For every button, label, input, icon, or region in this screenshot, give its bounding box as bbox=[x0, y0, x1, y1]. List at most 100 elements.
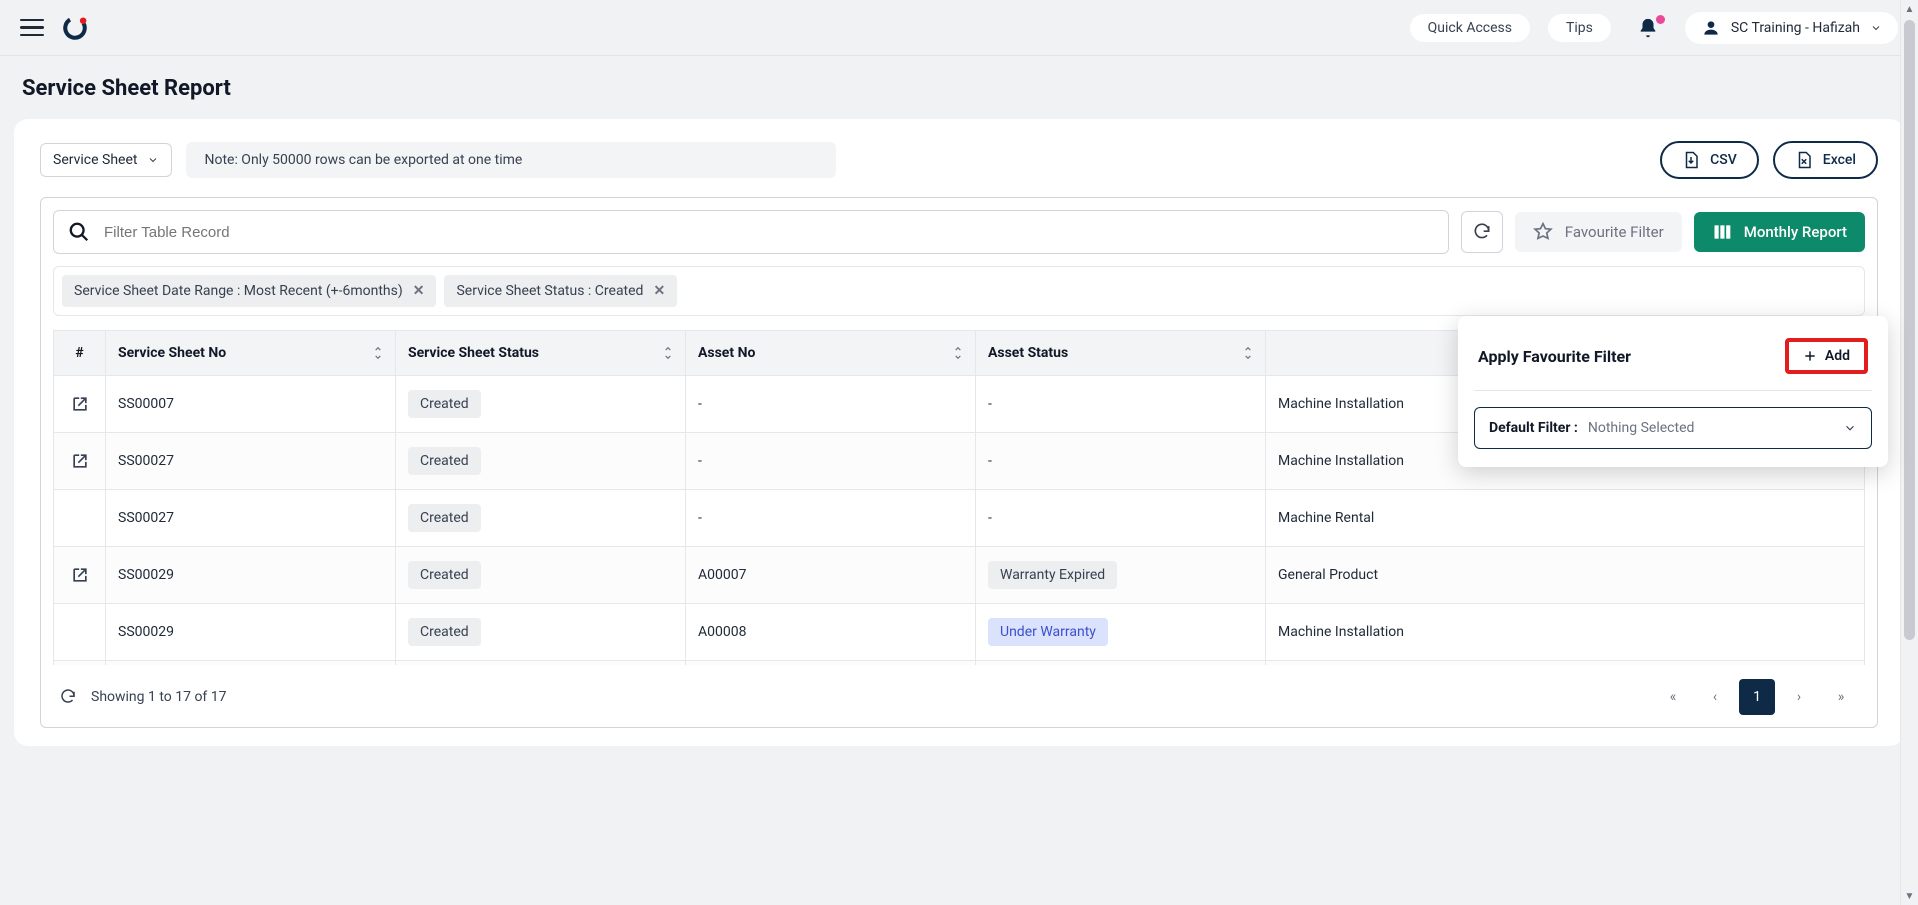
cell-asset-no: A00007 bbox=[686, 661, 976, 666]
report-type-value: Service Sheet bbox=[53, 152, 137, 168]
add-favourite-filter-button[interactable]: Add bbox=[1785, 338, 1868, 374]
sort-icon[interactable] bbox=[951, 346, 965, 360]
page-title: Service Sheet Report bbox=[14, 56, 1904, 119]
cell-extra: General Product bbox=[1266, 661, 1865, 666]
plus-icon bbox=[1803, 349, 1817, 363]
export-excel-button[interactable]: Excel bbox=[1773, 141, 1878, 179]
table-row: SS00030 A00007 General Product bbox=[54, 661, 1865, 666]
table-row: SS00027Created--Machine Rental bbox=[54, 490, 1865, 547]
search-input[interactable] bbox=[104, 224, 1434, 241]
cell-asset-status: - bbox=[976, 490, 1266, 547]
report-type-select[interactable]: Service Sheet bbox=[40, 143, 172, 177]
chevron-down-icon bbox=[1870, 22, 1882, 34]
refresh-button[interactable] bbox=[1461, 211, 1503, 253]
cell-service-sheet-no: SS00027 bbox=[106, 490, 396, 547]
sort-icon[interactable] bbox=[1241, 346, 1255, 360]
cell-asset-no: - bbox=[686, 490, 976, 547]
chip-remove-icon[interactable]: ✕ bbox=[413, 283, 425, 299]
scroll-down-arrow[interactable]: ▼ bbox=[1901, 887, 1918, 905]
cell-extra: General Product bbox=[1266, 547, 1865, 604]
asset-status-badge: Under Warranty bbox=[988, 618, 1108, 646]
sort-icon[interactable] bbox=[371, 346, 385, 360]
favourite-filter-popover: Apply Favourite Filter Add Default Filte… bbox=[1458, 316, 1888, 467]
search-box[interactable] bbox=[53, 210, 1449, 254]
cell-asset-status: Warranty Expired bbox=[976, 547, 1266, 604]
favourite-filter-button[interactable]: Favourite Filter bbox=[1515, 212, 1682, 252]
cell-asset-no: A00007 bbox=[686, 547, 976, 604]
open-in-new-icon[interactable] bbox=[66, 451, 93, 471]
cell-service-sheet-no: SS00030 bbox=[106, 661, 396, 666]
file-excel-icon bbox=[1795, 151, 1813, 169]
export-csv-button[interactable]: CSV bbox=[1660, 141, 1759, 179]
notifications-button[interactable] bbox=[1629, 17, 1667, 39]
cell-asset-status: - bbox=[976, 376, 1266, 433]
open-in-new-icon[interactable] bbox=[66, 394, 93, 414]
star-icon bbox=[1533, 222, 1553, 242]
app-logo bbox=[62, 15, 88, 41]
chevron-down-icon bbox=[1843, 421, 1857, 435]
status-badge: Created bbox=[408, 390, 481, 418]
pagination-info: Showing 1 to 17 of 17 bbox=[91, 689, 227, 705]
col-service-sheet-no[interactable]: Service Sheet No bbox=[106, 331, 396, 376]
col-asset-status[interactable]: Asset Status bbox=[976, 331, 1266, 376]
file-csv-icon bbox=[1682, 151, 1700, 169]
page-next-button[interactable]: › bbox=[1781, 679, 1817, 715]
user-icon bbox=[1701, 18, 1721, 38]
cell-service-sheet-status bbox=[396, 661, 686, 666]
filter-chip: Service Sheet Status : Created ✕ bbox=[444, 275, 677, 307]
open-cell bbox=[54, 490, 106, 547]
scroll-thumb[interactable] bbox=[1904, 20, 1915, 640]
col-hash[interactable]: # bbox=[54, 331, 106, 376]
sort-icon[interactable] bbox=[661, 346, 675, 360]
cell-service-sheet-status: Created bbox=[396, 547, 686, 604]
popover-title: Apply Favourite Filter bbox=[1478, 347, 1631, 366]
default-filter-label: Default Filter : bbox=[1489, 420, 1578, 436]
cell-asset-status: Under Warranty bbox=[976, 604, 1266, 661]
page-prev-button[interactable]: ‹ bbox=[1697, 679, 1733, 715]
cell-service-sheet-status: Created bbox=[396, 433, 686, 490]
table-footer: Showing 1 to 17 of 17 « ‹ 1 › » bbox=[53, 665, 1865, 715]
columns-icon bbox=[1712, 222, 1732, 242]
search-icon bbox=[68, 221, 90, 243]
window-scrollbar[interactable]: ▲ ▼ bbox=[1900, 0, 1918, 905]
chip-remove-icon[interactable]: ✕ bbox=[653, 283, 665, 299]
status-badge: Created bbox=[408, 618, 481, 646]
chevron-down-icon bbox=[147, 154, 159, 166]
cell-service-sheet-status: Created bbox=[396, 490, 686, 547]
notification-dot bbox=[1656, 15, 1665, 24]
cell-asset-status: - bbox=[976, 433, 1266, 490]
page-last-button[interactable]: » bbox=[1823, 679, 1859, 715]
page-first-button[interactable]: « bbox=[1655, 679, 1691, 715]
open-cell bbox=[54, 433, 106, 490]
status-badge: Created bbox=[408, 447, 481, 475]
default-filter-select[interactable]: Default Filter : Nothing Selected bbox=[1474, 407, 1872, 449]
user-label: SC Training - Hafizah bbox=[1731, 20, 1860, 36]
cell-asset-no: - bbox=[686, 376, 976, 433]
cell-extra: Machine Rental bbox=[1266, 490, 1865, 547]
status-badge: Created bbox=[408, 561, 481, 589]
tips-button[interactable]: Tips bbox=[1548, 14, 1611, 42]
default-filter-value: Nothing Selected bbox=[1588, 420, 1695, 436]
open-cell bbox=[54, 376, 106, 433]
status-badge: Created bbox=[408, 504, 481, 532]
user-menu[interactable]: SC Training - Hafizah bbox=[1685, 12, 1898, 44]
active-filter-chips: Service Sheet Date Range : Most Recent (… bbox=[53, 266, 1865, 316]
pagination: « ‹ 1 › » bbox=[1655, 679, 1859, 715]
refresh-icon[interactable] bbox=[59, 688, 77, 706]
col-asset-no[interactable]: Asset No bbox=[686, 331, 976, 376]
cell-asset-no: A00008 bbox=[686, 604, 976, 661]
quick-access-button[interactable]: Quick Access bbox=[1410, 14, 1530, 42]
open-cell bbox=[54, 604, 106, 661]
cell-service-sheet-status: Created bbox=[396, 376, 686, 433]
monthly-report-button[interactable]: Monthly Report bbox=[1694, 212, 1865, 252]
topbar: Quick Access Tips SC Training - Hafizah bbox=[0, 0, 1918, 56]
open-in-new-icon[interactable] bbox=[66, 565, 93, 585]
cell-extra: Machine Installation bbox=[1266, 604, 1865, 661]
col-service-sheet-status[interactable]: Service Sheet Status bbox=[396, 331, 686, 376]
cell-service-sheet-no: SS00027 bbox=[106, 433, 396, 490]
cell-service-sheet-no: SS00029 bbox=[106, 604, 396, 661]
cell-service-sheet-status: Created bbox=[396, 604, 686, 661]
scroll-up-arrow[interactable]: ▲ bbox=[1901, 0, 1918, 18]
menu-icon[interactable] bbox=[20, 16, 44, 40]
page-number-button[interactable]: 1 bbox=[1739, 679, 1775, 715]
